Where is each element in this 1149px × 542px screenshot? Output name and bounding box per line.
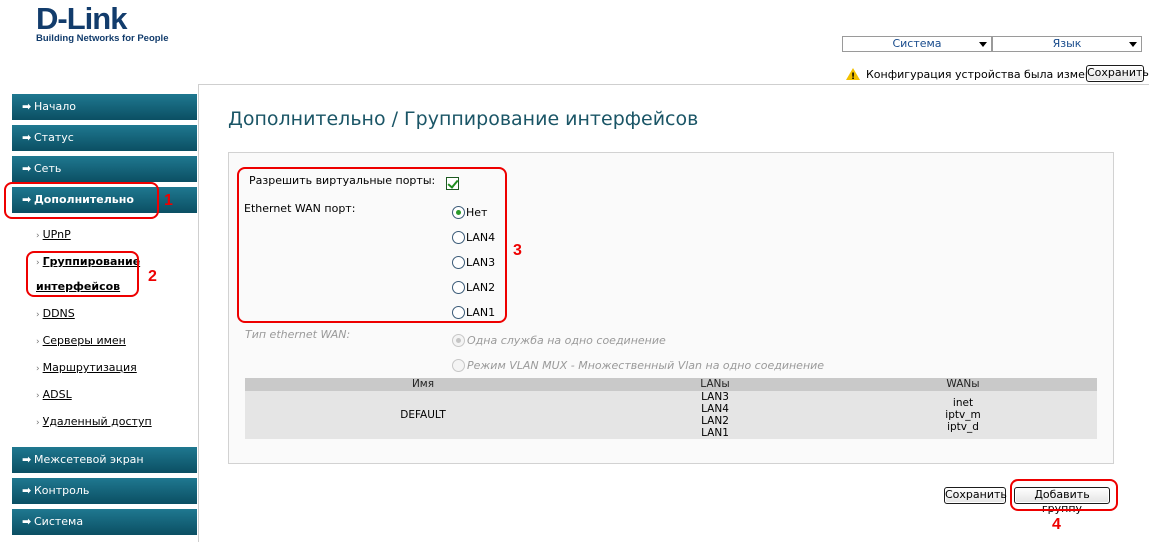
lan-entry: LAN4 xyxy=(701,403,729,415)
sidebar-item-label: Сеть xyxy=(34,162,62,175)
sidebar-item-system[interactable]: ➡ Система xyxy=(12,509,197,535)
arrow-right-icon: ➡ xyxy=(22,100,32,113)
dlink-logo: D-Link Building Networks for People xyxy=(36,1,169,44)
language-select[interactable]: Язык xyxy=(992,36,1142,52)
groups-table: Имя LANы WANы DEFAULT LAN3 LAN4 LAN2 LAN… xyxy=(245,378,1097,439)
page-title: Дополнительно / Группирование интерфейсо… xyxy=(228,108,699,130)
subitem-name-servers[interactable]: › Серверы имен xyxy=(36,334,126,347)
wan-entry: inet xyxy=(952,397,974,409)
sidebar-item-label: Статус xyxy=(34,131,74,144)
annotation-box-3 xyxy=(237,167,507,323)
wan-entry: iptv_m xyxy=(945,409,981,421)
subitem-label: Маршрутизация xyxy=(42,361,137,374)
sidebar-item-firewall[interactable]: ➡ Межсетевой экран xyxy=(12,447,197,473)
annotation-box-2 xyxy=(26,251,139,297)
group-name-cell: DEFAULT xyxy=(245,391,601,439)
annotation-number-3: 3 xyxy=(513,242,522,259)
table-row[interactable]: DEFAULT LAN3 LAN4 LAN2 LAN1 inet iptv_m … xyxy=(245,391,1097,439)
annotation-box-4 xyxy=(1010,479,1118,511)
wan-entry: iptv_d xyxy=(947,421,979,433)
chevron-down-icon xyxy=(1129,42,1137,47)
subitem-label: UPnP xyxy=(42,228,71,241)
subitem-ddns[interactable]: › DDNS xyxy=(36,307,75,320)
arrow-right-icon: ➡ xyxy=(22,131,32,144)
sidebar-item-control[interactable]: ➡ Контроль xyxy=(12,478,197,504)
subitem-adsl[interactable]: › ADSL xyxy=(36,388,72,401)
sidebar-item-start[interactable]: ➡ Начало xyxy=(12,94,197,120)
subitem-label: Серверы имен xyxy=(42,334,126,347)
arrow-right-icon: ➡ xyxy=(22,453,32,466)
column-header-lans: LANы xyxy=(601,378,829,391)
arrow-right-icon: ➡ xyxy=(22,162,32,175)
subitem-remote-access[interactable]: › Удаленный доступ xyxy=(36,415,152,428)
system-select-label: Система xyxy=(892,37,942,50)
logo-tagline: Building Networks for People xyxy=(36,33,169,44)
arrow-right-icon: ➡ xyxy=(22,515,32,528)
lan-entry: LAN1 xyxy=(701,427,729,439)
wan-type-radio-vlan-mux[interactable] xyxy=(452,359,465,372)
column-header-wans: WANы xyxy=(829,378,1097,391)
logo-text: D-Link xyxy=(36,1,127,36)
save-button[interactable]: Сохранить xyxy=(944,487,1007,504)
wan-type-radio-single[interactable] xyxy=(452,334,465,347)
annotation-box-1 xyxy=(4,182,159,219)
annotation-number-4: 4 xyxy=(1052,516,1061,533)
language-select-label: Язык xyxy=(1052,37,1082,50)
subitem-label: ADSL xyxy=(42,388,72,401)
wan-type-label: Тип ethernet WAN: xyxy=(245,328,351,341)
subitem-upnp[interactable]: › UPnP xyxy=(36,228,71,241)
subitem-label: DDNS xyxy=(42,307,75,320)
sidebar-item-label: Система xyxy=(34,515,84,528)
sidebar-item-label: Начало xyxy=(34,100,77,113)
column-header-name: Имя xyxy=(245,378,601,391)
sidebar-item-status[interactable]: ➡ Статус xyxy=(12,125,197,151)
wan-type-option-label: Режим VLAN MUX - Множественный Vlan на о… xyxy=(467,359,825,372)
wan-type-option-label: Одна служба на одно соединение xyxy=(467,334,666,347)
sidebar-item-label: Контроль xyxy=(34,484,90,497)
system-select[interactable]: Система xyxy=(842,36,992,52)
header-save-button[interactable]: Сохранить xyxy=(1086,65,1149,82)
annotation-number-1: 1 xyxy=(164,192,173,209)
sidebar-item-label: Межсетевой экран xyxy=(34,453,144,466)
arrow-right-icon: ➡ xyxy=(22,484,32,497)
annotation-number-2: 2 xyxy=(148,268,157,285)
config-changed-notice: Конфигурация устройства была изменена xyxy=(846,66,1113,85)
notice-text: Конфигурация устройства была изменена xyxy=(866,68,1113,81)
sidebar-item-network[interactable]: ➡ Сеть xyxy=(12,156,197,182)
subitem-routing[interactable]: › Маршрутизация xyxy=(36,361,137,374)
subitem-label: Удаленный доступ xyxy=(42,415,152,428)
warning-icon xyxy=(846,68,860,85)
group-wans-cell: inet iptv_m iptv_d xyxy=(829,391,1097,439)
sidebar-divider xyxy=(198,84,199,542)
header-divider xyxy=(198,84,1149,85)
lan-entry: LAN3 xyxy=(701,391,729,403)
lan-entry: LAN2 xyxy=(701,415,729,427)
chevron-down-icon xyxy=(979,42,987,47)
table-header-row: Имя LANы WANы xyxy=(245,378,1097,391)
group-lans-cell: LAN3 LAN4 LAN2 LAN1 xyxy=(601,391,829,439)
